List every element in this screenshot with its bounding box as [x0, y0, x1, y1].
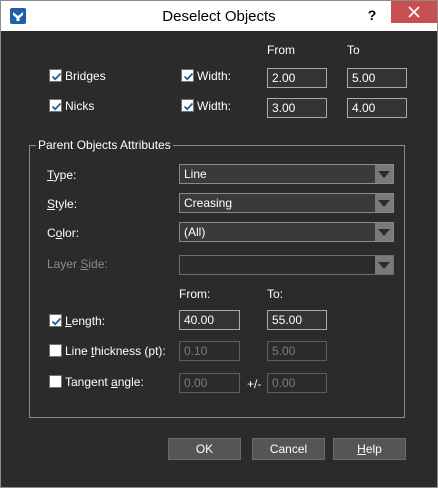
title-bar: Deselect Objects ? [1, 1, 437, 31]
tangent-angle-from-input[interactable]: 0.00 [179, 373, 240, 393]
plus-minus-label: +/- [247, 377, 262, 391]
type-dropdown[interactable]: Line [179, 164, 394, 184]
checkmark-icon [51, 317, 62, 326]
bridges-checkbox[interactable] [49, 69, 62, 82]
close-icon [408, 6, 420, 18]
color-value: (All) [184, 225, 206, 239]
chevron-down-icon [378, 200, 390, 207]
color-dropdown-arrow[interactable] [375, 223, 393, 241]
layer-side-label: Layer Side: [47, 257, 108, 271]
length-from-input[interactable]: 40.00 [179, 310, 240, 330]
nicks-width-label: Width: [197, 99, 232, 113]
length-to-input[interactable]: 55.00 [267, 310, 327, 330]
bridges-from-input[interactable]: 2.00 [267, 68, 327, 88]
nicks-from-input[interactable]: 3.00 [267, 98, 327, 118]
bridges-width-checkbox[interactable] [181, 69, 194, 82]
checkmark-icon [51, 102, 62, 111]
bridges-label: Bridges [65, 69, 106, 83]
chevron-down-icon [378, 171, 390, 178]
close-button[interactable] [391, 1, 437, 23]
type-dropdown-arrow[interactable] [375, 165, 393, 183]
line-thickness-from-input[interactable]: 0.10 [179, 341, 240, 361]
line-thickness-to-input[interactable]: 5.00 [267, 341, 327, 361]
cancel-button[interactable]: Cancel [252, 438, 325, 460]
style-value: Creasing [184, 196, 233, 210]
nicks-to-input[interactable]: 4.00 [347, 98, 407, 118]
ok-button[interactable]: OK [168, 438, 241, 460]
style-dropdown[interactable]: Creasing [179, 193, 394, 213]
parent-from-header: From: [179, 287, 211, 301]
dialog-window: Deselect Objects ? From To Bridges Width… [0, 0, 438, 488]
length-checkbox[interactable] [49, 314, 62, 327]
line-thickness-checkbox[interactable] [49, 344, 62, 357]
bridges-to-input[interactable]: 5.00 [347, 68, 407, 88]
nicks-label: Nicks [65, 99, 95, 113]
color-label: Color: [47, 226, 80, 240]
color-dropdown[interactable]: (All) [179, 222, 394, 242]
help-button[interactable]: Help [333, 438, 406, 460]
line-thickness-label: Line thickness (pt): [65, 344, 166, 358]
checkmark-icon [183, 72, 194, 81]
nicks-checkbox[interactable] [49, 99, 62, 112]
nicks-width-checkbox[interactable] [181, 99, 194, 112]
style-dropdown-arrow[interactable] [375, 194, 393, 212]
parent-to-header: To: [267, 287, 284, 301]
length-label: Length: [65, 314, 106, 328]
chevron-down-icon [378, 262, 390, 269]
context-help-button[interactable]: ? [364, 5, 380, 25]
checkmark-icon [51, 72, 62, 81]
style-label: Style: [47, 197, 78, 211]
chevron-down-icon [378, 229, 390, 236]
layer-side-dropdown[interactable] [179, 255, 394, 275]
type-label: Type: [47, 168, 77, 182]
from-header: From [267, 43, 295, 57]
to-header: To [347, 43, 360, 57]
checkmark-icon [183, 102, 194, 111]
tangent-angle-to-input[interactable]: 0.00 [267, 373, 327, 393]
tangent-angle-checkbox[interactable] [49, 375, 62, 388]
type-value: Line [184, 167, 207, 181]
bridges-width-label: Width: [197, 69, 232, 83]
tangent-angle-label: Tangent angle: [65, 375, 144, 389]
layer-side-dropdown-arrow[interactable] [375, 256, 393, 274]
group-title: Parent Objects Attributes [36, 138, 173, 152]
